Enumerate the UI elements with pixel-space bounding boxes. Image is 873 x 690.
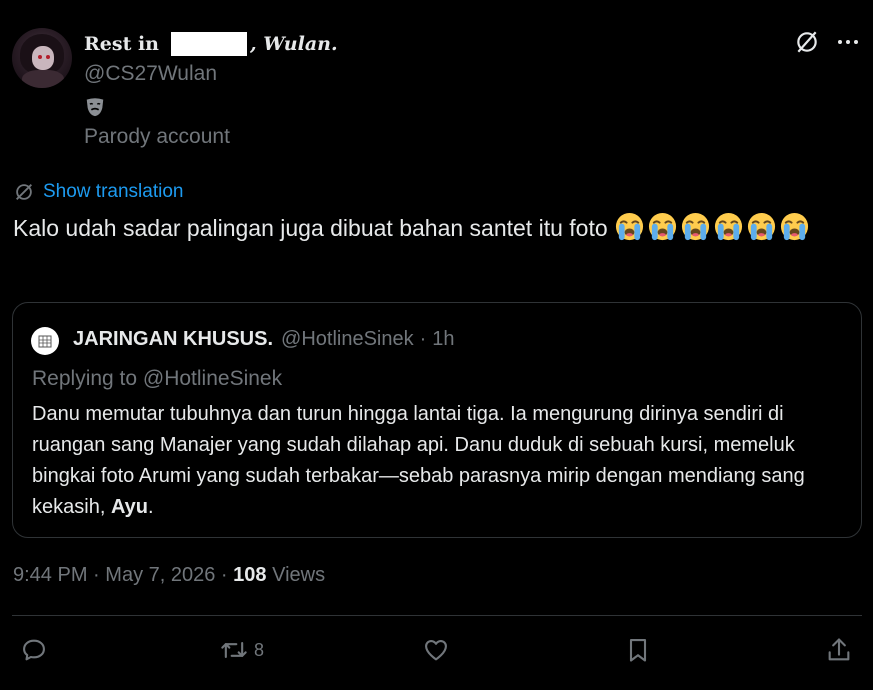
retweet-icon [221, 641, 247, 659]
emoji-row [614, 212, 812, 241]
loudly-crying-face-emoji [681, 212, 710, 241]
show-translation-button[interactable]: Show translation [13, 181, 183, 203]
show-translation-label: Show translation [43, 181, 184, 202]
bookmark-icon [629, 639, 647, 662]
retweet-button[interactable]: 8 [220, 636, 264, 664]
author-name-start: Rest in [84, 33, 159, 55]
quote-time[interactable]: 1h [432, 328, 454, 351]
translate-icon [16, 184, 32, 200]
divider [12, 615, 862, 616]
redacted-block [171, 32, 247, 56]
author-handle[interactable]: @CS27Wulan [84, 62, 217, 86]
parody-account-label: Parody account [84, 125, 230, 148]
more-icon[interactable] [836, 34, 860, 50]
share-button[interactable] [825, 636, 853, 664]
quote-avatar[interactable] [31, 327, 59, 355]
author-display-name[interactable]: Rest in , Wulan. [84, 32, 338, 56]
tweet-text: Kalo udah sadar palingan juga dibuat bah… [13, 211, 853, 246]
loudly-crying-face-emoji [747, 212, 776, 241]
reply-icon [23, 639, 45, 661]
author-name-end: , Wulan. [250, 33, 338, 55]
meta-separator: · [93, 564, 100, 586]
bookmark-button[interactable] [624, 636, 652, 664]
quote-author-name[interactable]: JARINGAN KHUSUS. [73, 328, 273, 351]
quote-header: JARINGAN KHUSUS. @HotlineSinek · 1h [73, 328, 455, 351]
quote-body-end: . [147, 496, 154, 518]
translate-icon[interactable] [794, 29, 820, 55]
loudly-crying-face-emoji [714, 212, 743, 241]
share-icon [828, 638, 850, 661]
tweet-text-content: Kalo udah sadar palingan juga dibuat bah… [13, 215, 608, 241]
avatar[interactable] [12, 28, 72, 88]
loudly-crying-face-emoji [780, 212, 809, 241]
quoted-tweet[interactable]: JARINGAN KHUSUS. @HotlineSinek · 1h Repl… [12, 302, 862, 538]
quote-body: Danu memutar tubuhnya dan turun hingga l… [32, 399, 832, 523]
quote-body-bold: Ayu [110, 496, 148, 518]
retweet-count: 8 [254, 639, 265, 660]
theater-mask-icon [86, 98, 104, 117]
loudly-crying-face-emoji [648, 212, 677, 241]
meta-separator: · [220, 564, 228, 586]
tweet-time[interactable]: 9:44 PM [13, 564, 87, 586]
tweet-meta: 9:44 PM · May 7, 2026 · 108 Views [13, 564, 325, 587]
like-button[interactable] [422, 636, 450, 664]
loudly-crying-face-emoji [615, 212, 644, 241]
tweet-date[interactable]: May 7, 2026 [105, 564, 215, 586]
quote-author-handle[interactable]: @HotlineSinek [281, 328, 414, 351]
reply-button[interactable] [20, 636, 48, 664]
views-label: Views [272, 564, 326, 586]
quote-replying-to: Replying to @HotlineSinek [32, 367, 283, 390]
heart-icon [425, 639, 447, 661]
quote-separator: · [419, 328, 427, 350]
views-count: 108 [233, 564, 267, 586]
